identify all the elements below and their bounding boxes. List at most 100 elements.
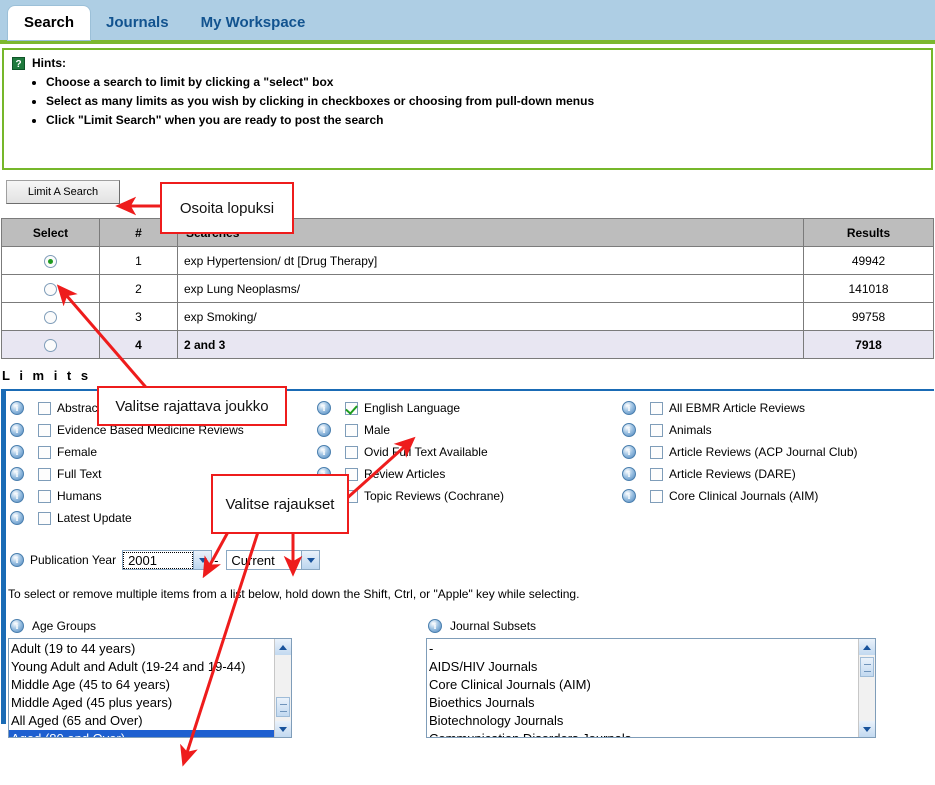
checkbox[interactable] xyxy=(38,401,51,415)
age-groups-group: i Age Groups Adult (19 to 44 years) Youn… xyxy=(8,617,292,738)
scroll-up-icon[interactable] xyxy=(275,639,291,655)
limit-option-ovid-full-text-available[interactable]: i Ovid Full Text Available xyxy=(317,441,622,463)
search-history-table: Select # Searches Results 1 exp Hyperten… xyxy=(1,218,934,359)
info-icon[interactable]: i xyxy=(622,445,636,459)
journal-subsets-header: i Journal Subsets xyxy=(426,617,876,635)
limits-panel: i Abstracts i Evidence Based Medicine Re… xyxy=(1,389,934,738)
info-icon[interactable]: i xyxy=(622,489,636,503)
limit-option-topic-reviews-cochrane[interactable]: i Topic Reviews (Cochrane) xyxy=(317,485,622,507)
select-radio[interactable] xyxy=(44,310,57,324)
scroll-down-icon[interactable] xyxy=(859,721,875,737)
info-icon[interactable]: i xyxy=(622,467,636,481)
checkbox[interactable] xyxy=(650,423,663,437)
limit-option-all-ebmr-article-reviews[interactable]: i All EBMR Article Reviews xyxy=(622,397,929,419)
publication-year-to-select[interactable]: Current xyxy=(226,550,321,570)
checkbox[interactable] xyxy=(345,445,358,459)
limit-option-label: Male xyxy=(364,423,391,437)
select-radio[interactable] xyxy=(44,338,57,352)
checkbox[interactable] xyxy=(345,423,358,437)
limit-option-article-reviews-dare[interactable]: i Article Reviews (DARE) xyxy=(622,463,929,485)
limit-option-label: Topic Reviews (Cochrane) xyxy=(364,489,505,503)
list-item[interactable]: Core Clinical Journals (AIM) xyxy=(427,676,858,694)
list-item[interactable]: All Aged (65 and Over) xyxy=(9,712,274,730)
list-item[interactable]: Middle Age (45 to 64 years) xyxy=(9,676,274,694)
list-item-selected[interactable]: Aged (80 and Over) xyxy=(9,730,274,737)
checkbox[interactable] xyxy=(650,445,663,459)
list-item[interactable]: Biotechnology Journals xyxy=(427,712,858,730)
row-select-cell[interactable] xyxy=(1,330,100,359)
info-icon[interactable]: i xyxy=(10,401,24,415)
info-icon[interactable]: i xyxy=(317,423,331,437)
scroll-down-icon[interactable] xyxy=(275,721,291,737)
tab-bar: Search Journals My Workspace xyxy=(0,0,935,40)
row-results: 141018 xyxy=(803,274,934,303)
tab-journals[interactable]: Journals xyxy=(90,6,185,40)
scrollbar-thumb[interactable] xyxy=(860,657,874,677)
info-icon[interactable]: i xyxy=(10,619,24,633)
checkbox[interactable] xyxy=(345,401,358,415)
limit-option-review-articles[interactable]: i Review Articles xyxy=(317,463,622,485)
age-groups-scrollbar[interactable] xyxy=(274,639,291,737)
age-groups-listbox[interactable]: Adult (19 to 44 years) Young Adult and A… xyxy=(8,638,292,738)
info-icon[interactable]: i xyxy=(10,445,24,459)
list-item[interactable]: - xyxy=(427,640,858,658)
tab-my-workspace[interactable]: My Workspace xyxy=(185,6,322,40)
limit-option-female[interactable]: i Female xyxy=(10,441,317,463)
chevron-down-icon[interactable] xyxy=(193,551,212,569)
row-search-text: exp Hypertension/ dt [Drug Therapy] xyxy=(177,246,804,275)
tab-search[interactable]: Search xyxy=(8,6,91,40)
select-radio[interactable] xyxy=(44,254,57,268)
scrollbar-thumb[interactable] xyxy=(276,697,290,717)
info-icon[interactable]: i xyxy=(622,401,636,415)
limit-option-english-language[interactable]: i English Language xyxy=(317,397,622,419)
info-icon[interactable]: i xyxy=(428,619,442,633)
journal-subsets-listbox[interactable]: - AIDS/HIV Journals Core Clinical Journa… xyxy=(426,638,876,738)
row-select-cell[interactable] xyxy=(1,302,100,331)
select-radio[interactable] xyxy=(44,282,57,296)
hints-title: Hints: xyxy=(32,56,66,70)
row-select-cell[interactable] xyxy=(1,246,100,275)
checkbox[interactable] xyxy=(38,489,51,503)
list-item[interactable]: Adult (19 to 44 years) xyxy=(9,640,274,658)
scroll-up-icon[interactable] xyxy=(859,639,875,655)
info-icon[interactable]: i xyxy=(10,511,24,525)
row-number: 3 xyxy=(99,302,178,331)
info-icon[interactable]: i xyxy=(622,423,636,437)
limit-option-animals[interactable]: i Animals xyxy=(622,419,929,441)
limit-option-core-clinical-journals-aim[interactable]: i Core Clinical Journals (AIM) xyxy=(622,485,929,507)
checkbox[interactable] xyxy=(38,511,51,525)
limit-a-search-button[interactable]: Limit A Search xyxy=(6,180,120,204)
limit-option-label: Female xyxy=(57,445,98,459)
row-results: 7918 xyxy=(803,330,934,359)
checkbox[interactable] xyxy=(38,445,51,459)
info-icon[interactable]: i xyxy=(317,445,331,459)
info-icon[interactable]: i xyxy=(10,467,24,481)
checkbox[interactable] xyxy=(650,489,663,503)
list-item[interactable]: Middle Aged (45 plus years) xyxy=(9,694,274,712)
row-search-text: exp Smoking/ xyxy=(177,302,804,331)
table-row: 4 2 and 3 7918 xyxy=(1,330,934,359)
info-icon[interactable]: i xyxy=(10,553,24,567)
limit-option-male[interactable]: i Male xyxy=(317,419,622,441)
list-item[interactable]: AIDS/HIV Journals xyxy=(427,658,858,676)
hint-item: Click "Limit Search" when you are ready … xyxy=(46,111,923,130)
checkbox[interactable] xyxy=(38,423,51,437)
row-select-cell[interactable] xyxy=(1,274,100,303)
journal-subsets-scrollbar[interactable] xyxy=(858,639,875,737)
publication-year-from-select[interactable]: 2001 xyxy=(122,550,213,570)
info-icon[interactable]: i xyxy=(317,401,331,415)
annotation-valitse-rajattava-joukko: Valitse rajattava joukko xyxy=(97,386,287,426)
limit-option-label: Article Reviews (ACP Journal Club) xyxy=(669,445,858,459)
checkbox[interactable] xyxy=(650,467,663,481)
list-item[interactable]: Bioethics Journals xyxy=(427,694,858,712)
info-icon[interactable]: i xyxy=(10,423,24,437)
green-rule xyxy=(0,40,935,44)
list-item[interactable]: Young Adult and Adult (19-24 and 19-44) xyxy=(9,658,274,676)
chevron-down-icon[interactable] xyxy=(301,551,320,569)
info-icon[interactable]: i xyxy=(10,489,24,503)
list-item[interactable]: Communication Disorders Journals xyxy=(427,730,858,737)
limit-option-article-reviews-acp-journal-club[interactable]: i Article Reviews (ACP Journal Club) xyxy=(622,441,929,463)
row-number: 4 xyxy=(99,330,178,359)
checkbox[interactable] xyxy=(38,467,51,481)
checkbox[interactable] xyxy=(650,401,663,415)
